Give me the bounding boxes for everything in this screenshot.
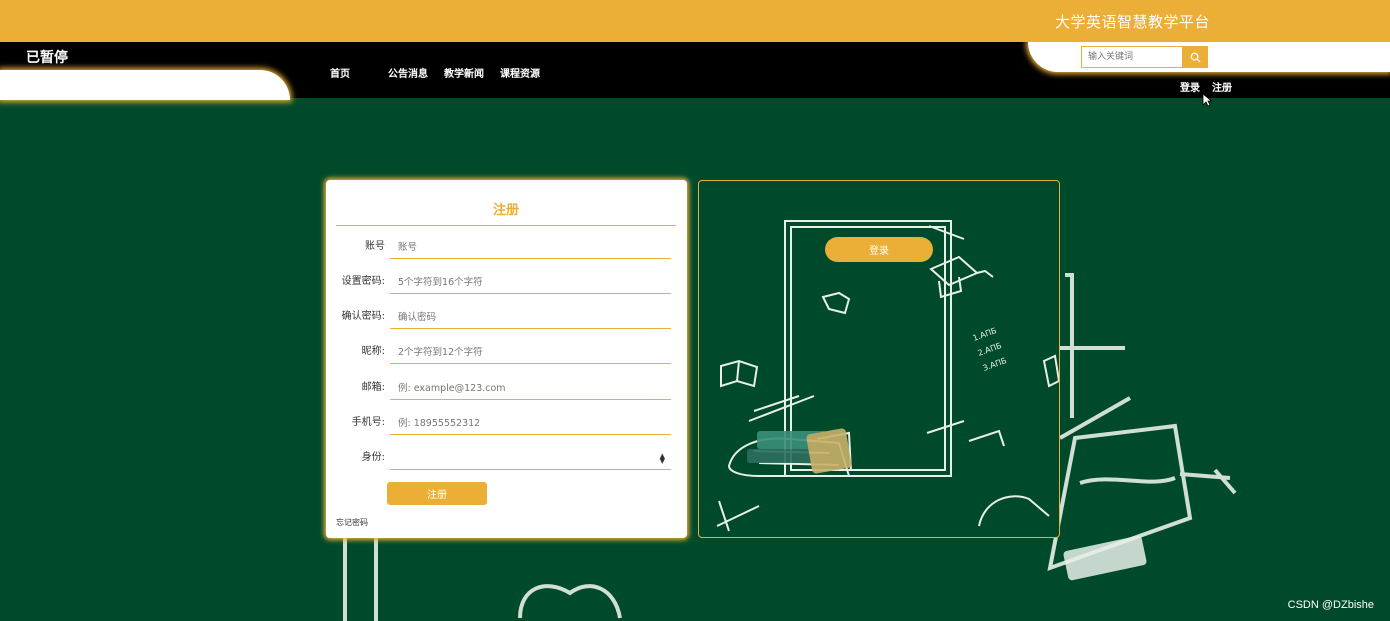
password-input[interactable]: [390, 272, 671, 294]
form-row-role: 身份: ▲ ▼: [326, 448, 687, 476]
form-row-nickname: 昵称:: [326, 342, 687, 370]
updown-arrow-icon: ▲ ▼: [659, 452, 665, 465]
header-login-link[interactable]: 登录: [1180, 79, 1200, 94]
chalk-formula-2: 2.AΠБ: [977, 341, 1003, 358]
confirm-password-input[interactable]: [390, 307, 671, 329]
nav-course-resources[interactable]: 课程资源: [500, 65, 540, 80]
watermark: CSDN @DZbishe: [1287, 599, 1374, 611]
header-register-link[interactable]: 注册: [1212, 79, 1232, 94]
role-select[interactable]: ▲ ▼: [390, 448, 671, 470]
register-submit-button[interactable]: 注册: [387, 482, 487, 505]
forgot-password-link[interactable]: 忘记密码: [336, 517, 368, 528]
phone-input[interactable]: [390, 413, 671, 435]
search-panel: [1028, 42, 1390, 72]
paused-label: 已暂停: [26, 50, 68, 66]
register-card: 注册 账号 设置密码: 确认密码: 昵称: 邮箱: 手机号: 身份: ▲▼ 注册…: [326, 180, 687, 538]
form-row-account: 账号: [326, 237, 687, 265]
confirm-password-label: 确认密码:: [341, 311, 385, 322]
chalk-formula-1: 1.AΠБ: [972, 326, 998, 343]
nickname-input[interactable]: [390, 342, 671, 364]
nav-announcements[interactable]: 公告消息: [388, 65, 428, 80]
search-button[interactable]: [1182, 46, 1208, 68]
email-label: 邮箱:: [361, 382, 385, 393]
nav-left-decor: [0, 70, 290, 100]
platform-title: 大学英语智慧教学平台: [1054, 13, 1210, 31]
login-panel: 1.AΠБ 2.AΠБ 3.AΠБ 登录: [698, 180, 1060, 538]
search-icon: [1190, 52, 1201, 63]
login-button[interactable]: 登录: [825, 237, 933, 262]
form-row-confirm-password: 确认密码:: [326, 307, 687, 335]
account-input[interactable]: [390, 237, 671, 259]
chalk-formula-3: 3.AΠБ: [982, 356, 1008, 373]
nav-teaching-news[interactable]: 教学新闻: [444, 65, 484, 80]
register-title: 注册: [336, 199, 676, 226]
chalkboard-background: [343, 273, 1237, 621]
email-input[interactable]: [390, 378, 671, 400]
form-row-phone: 手机号:: [326, 413, 687, 441]
search-input[interactable]: [1081, 46, 1182, 68]
chalk-illustration: 1.AΠБ 2.AΠБ 3.AΠБ: [716, 220, 1059, 532]
nav-home[interactable]: 首页: [330, 65, 350, 80]
phone-label: 手机号:: [351, 417, 385, 428]
search-box: [1081, 46, 1208, 68]
account-label: 账号: [365, 241, 385, 252]
main-nav: 首页 公告消息 教学新闻 课程资源: [330, 65, 556, 80]
nickname-label: 昵称:: [361, 346, 385, 357]
password-label: 设置密码:: [341, 276, 385, 287]
auth-links: 登录 注册: [1168, 79, 1232, 94]
form-row-email: 邮箱:: [326, 378, 687, 406]
form-row-password: 设置密码:: [326, 272, 687, 300]
mouse-cursor-icon: [1202, 93, 1212, 107]
role-label: 身份:: [361, 452, 385, 463]
top-banner: 大学英语智慧教学平台: [0, 0, 1390, 42]
